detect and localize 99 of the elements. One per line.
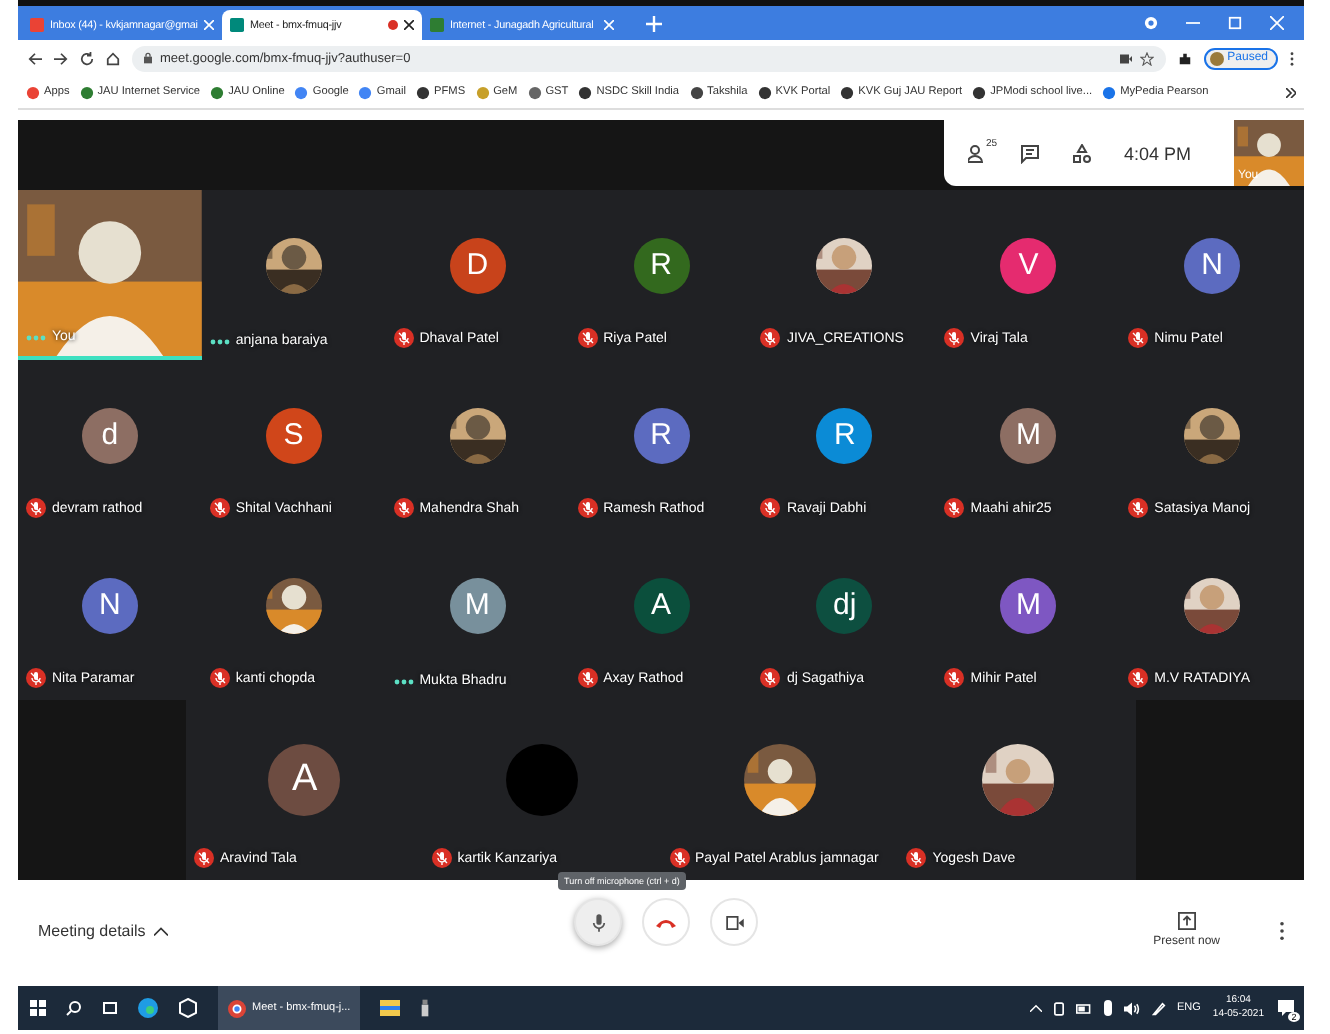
back-icon[interactable] bbox=[28, 51, 42, 65]
avatar-circle: A bbox=[268, 744, 341, 816]
bookmark-icon bbox=[840, 85, 855, 99]
participant-count: 25 bbox=[986, 137, 998, 149]
camera-icon bbox=[725, 915, 743, 929]
bookmark-icon bbox=[475, 85, 490, 99]
lock-icon bbox=[144, 52, 152, 64]
muted-microphone-icon bbox=[1128, 498, 1149, 518]
muted-microphone-icon bbox=[431, 848, 452, 868]
muted-microphone-icon bbox=[906, 848, 927, 868]
record-icon bbox=[1144, 16, 1158, 30]
avatar-circle: S bbox=[265, 407, 322, 463]
avatar-circle: R bbox=[816, 407, 873, 463]
avatar-circle: D bbox=[449, 237, 506, 293]
windows-start-icon[interactable] bbox=[30, 1000, 46, 1016]
muted-microphone-icon bbox=[209, 668, 230, 688]
search-icon[interactable] bbox=[66, 1000, 82, 1016]
bookmark-icon bbox=[1102, 85, 1117, 99]
bookmark-icon bbox=[527, 85, 542, 99]
home-icon[interactable] bbox=[106, 51, 120, 65]
star-icon[interactable] bbox=[1139, 51, 1154, 65]
tab-favicon-icon bbox=[230, 18, 244, 32]
muted-microphone-icon bbox=[393, 328, 414, 348]
upload-icon bbox=[1177, 912, 1196, 930]
muted-microphone-icon bbox=[577, 328, 598, 348]
bookmark-icon bbox=[972, 85, 987, 99]
bookmark-icon bbox=[358, 85, 373, 99]
muted-microphone-icon bbox=[577, 498, 598, 518]
muted-microphone-icon bbox=[26, 668, 46, 688]
meeting-details-link[interactable]: Meeting details bbox=[38, 921, 146, 939]
muted-microphone-icon bbox=[944, 668, 965, 688]
audio-dots-icon bbox=[393, 677, 414, 685]
bookmark-icon bbox=[26, 85, 40, 99]
audio-dots-icon bbox=[26, 333, 46, 341]
avatar-circle: M bbox=[1000, 407, 1057, 463]
bookmark-icon bbox=[689, 85, 704, 99]
extensions-icon[interactable] bbox=[1177, 51, 1192, 65]
pen-icon[interactable] bbox=[1151, 1001, 1165, 1015]
avatar-circle: R bbox=[633, 407, 689, 463]
touchpad-icon[interactable] bbox=[1053, 1001, 1063, 1015]
chevron-icon[interactable] bbox=[1286, 87, 1296, 97]
tab-favicon-icon bbox=[30, 18, 44, 32]
bookmark-icon bbox=[416, 85, 431, 99]
avatar-circle: R bbox=[633, 237, 689, 293]
avatar-icon bbox=[1209, 51, 1224, 65]
task-view-icon[interactable] bbox=[102, 1000, 118, 1016]
shield-app-icon[interactable] bbox=[178, 998, 198, 1018]
muted-microphone-icon bbox=[760, 328, 781, 348]
bookmark-icon bbox=[79, 85, 94, 99]
avatar-circle: N bbox=[1184, 237, 1241, 293]
avatar-circle: M bbox=[449, 577, 506, 633]
hang-up-button[interactable] bbox=[642, 898, 690, 946]
phone-icon bbox=[656, 917, 676, 927]
bookmark-icon bbox=[210, 85, 225, 99]
microphone-icon[interactable] bbox=[1103, 1000, 1111, 1016]
audio-dots-icon bbox=[209, 337, 230, 345]
muted-microphone-icon bbox=[577, 668, 598, 688]
notification-icon[interactable] bbox=[1276, 998, 1296, 1018]
muted-microphone-icon bbox=[944, 498, 965, 518]
muted-microphone-icon bbox=[26, 498, 46, 518]
camera-icon[interactable] bbox=[1119, 53, 1132, 63]
muted-microphone-icon bbox=[1128, 328, 1149, 348]
activities-icon[interactable] bbox=[1072, 143, 1092, 163]
microphone-icon bbox=[591, 913, 605, 931]
muted-microphone-icon bbox=[209, 498, 230, 518]
avatar-circle: A bbox=[633, 577, 689, 633]
muted-microphone-icon bbox=[944, 328, 965, 348]
battery-icon[interactable] bbox=[1075, 1003, 1091, 1013]
muted-microphone-icon bbox=[194, 848, 214, 868]
muted-microphone-icon bbox=[760, 498, 781, 518]
edge-browser-icon[interactable] bbox=[138, 998, 158, 1018]
muted-microphone-icon bbox=[760, 668, 781, 688]
bookmark-icon bbox=[757, 85, 772, 99]
reload-icon[interactable] bbox=[80, 51, 94, 65]
avatar-circle: V bbox=[1000, 237, 1057, 293]
chat-icon[interactable] bbox=[1020, 143, 1040, 163]
folder-icon[interactable] bbox=[380, 1000, 401, 1016]
bookmark-icon bbox=[294, 85, 309, 99]
bookmark-icon bbox=[578, 85, 593, 99]
camera-button[interactable] bbox=[710, 898, 758, 946]
close-icon[interactable] bbox=[404, 20, 414, 30]
caret-icon[interactable] bbox=[153, 925, 168, 935]
forward-icon[interactable] bbox=[54, 51, 68, 65]
usb-drive-icon[interactable] bbox=[420, 998, 431, 1018]
people-icon[interactable] bbox=[968, 143, 988, 163]
avatar-circle: dj bbox=[816, 577, 873, 633]
microphone-button[interactable] bbox=[574, 898, 622, 946]
avatar-circle: N bbox=[81, 577, 138, 633]
muted-microphone-icon bbox=[393, 498, 414, 518]
avatar-circle: M bbox=[1000, 577, 1057, 633]
chrome-icon bbox=[228, 999, 246, 1017]
muted-microphone-icon bbox=[669, 848, 689, 868]
tab-favicon-icon bbox=[430, 18, 444, 32]
minimize-icon[interactable] bbox=[1186, 16, 1200, 30]
clock-time: 4:04 PM bbox=[1124, 143, 1192, 163]
restore-icon[interactable] bbox=[1228, 16, 1242, 30]
speaker-icon[interactable] bbox=[1123, 1001, 1139, 1015]
avatar-circle: d bbox=[81, 407, 138, 463]
muted-microphone-icon bbox=[1128, 668, 1149, 688]
